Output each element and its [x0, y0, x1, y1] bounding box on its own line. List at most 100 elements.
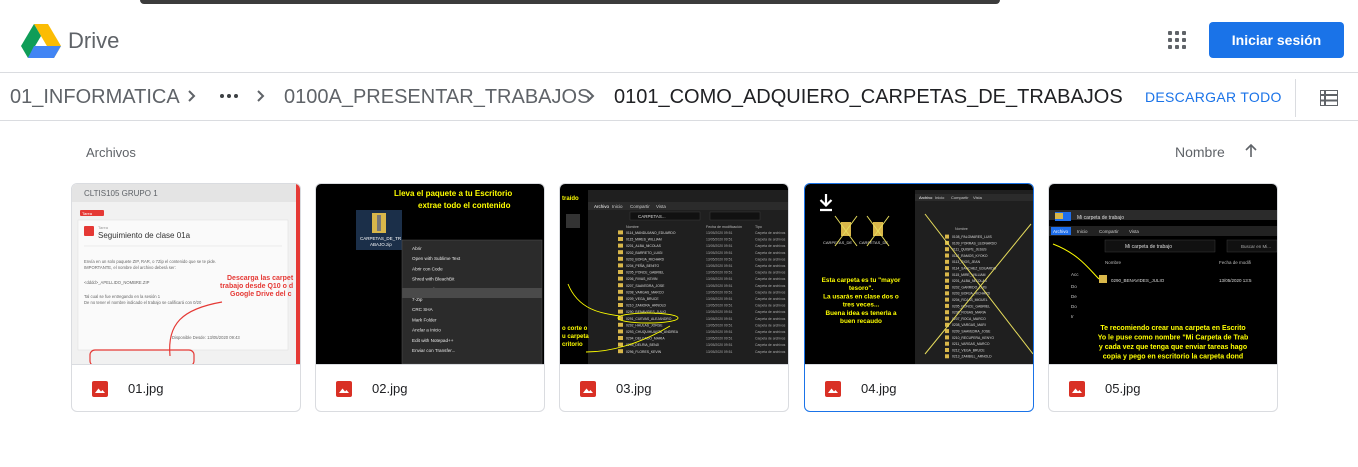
thumb-text: 13/05/2020 09:51	[706, 290, 733, 294]
file-card[interactable]: Mi carpeta de trabajo Archivo Inicio Com…	[1048, 183, 1278, 412]
file-card[interactable]: CLTIS105 GRUPO 1 Tarea Tarea Seguimiento…	[71, 183, 301, 412]
thumb-text: y cada vez que tenga que enviar tareas h…	[1099, 344, 1247, 351]
thumb-text: Carpeta de archivos	[755, 350, 786, 354]
divider	[1295, 79, 1296, 117]
file-thumbnail[interactable]: Archivo Inicio Compartir Vista CARPETAS.…	[560, 184, 788, 364]
thumb-text: Buscar en Mi...	[1241, 244, 1271, 249]
thumb-text: Vista	[973, 195, 983, 200]
thumb-text: Carpeta de archivos	[755, 251, 786, 255]
thumb-text: Mark Folder	[412, 317, 437, 322]
file-card-footer[interactable]: 04.jpg	[805, 364, 1033, 411]
file-thumbnail[interactable]: Mi carpeta de trabajo Archivo Inicio Com…	[1049, 184, 1277, 364]
thumb-text: Nombre	[955, 227, 968, 231]
thumb-text: 0111_QUISPE_JESUS	[952, 248, 987, 252]
thumb-text: CRC SHA	[412, 307, 434, 312]
breadcrumb-item-informatica[interactable]: 01_INFORMATICA	[10, 86, 180, 109]
file-card-selected[interactable]: Archivo Inicio Compartir Vista Nombre 01…	[804, 183, 1034, 412]
thumb-text: Carpeta de archivos	[755, 317, 786, 321]
thumb-text: 0207_ROCA_MARCO	[952, 317, 986, 321]
file-card[interactable]: Lleva el paquete a tu Escritorio extrae …	[315, 183, 545, 412]
image-file-icon	[92, 381, 108, 397]
list-view-icon[interactable]	[1320, 90, 1338, 106]
thumb-text: 0291_CUEVAS_ALEJANDRO	[626, 317, 672, 321]
sign-in-button[interactable]: Iniciar sesión	[1209, 22, 1344, 58]
thumb-text: ABAJO.zip	[370, 242, 392, 247]
file-name[interactable]: 01.jpg	[128, 381, 163, 396]
thumb-text: Descarga las carpet	[227, 275, 294, 282]
thumb-text: 13/05/2020 09:51	[706, 271, 733, 275]
thumb-text: De no tener el nombre indicado el trabaj…	[84, 300, 202, 305]
app-name[interactable]: Drive	[68, 28, 119, 54]
google-drive-logo[interactable]	[21, 24, 61, 58]
drive-header: Drive Iniciar sesión	[0, 8, 1358, 73]
thumb-text: 13/05/2020 09:51	[706, 264, 733, 268]
thumb-text: u carpeta	[562, 334, 589, 340]
thumb-text: Carpeta de archivos	[755, 330, 786, 334]
image-file-icon	[580, 381, 596, 397]
thumb-text: o corte o	[562, 326, 588, 332]
file-card-footer[interactable]: 02.jpg	[316, 364, 544, 411]
thumb-text: 13/05/2020 09:51	[706, 337, 733, 341]
thumb-text: 13/05/2020 13:5	[1219, 278, 1252, 283]
file-card[interactable]: Archivo Inicio Compartir Vista CARPETAS.…	[559, 183, 789, 412]
thumb-text: Te recomiendo crear una carpeta en Escri…	[1100, 325, 1245, 332]
sort-ascending-arrow-icon[interactable]	[1243, 143, 1259, 159]
file-card-footer[interactable]: 05.jpg	[1049, 364, 1277, 411]
thumb-text: 0113_RIOS_JEAN	[952, 260, 981, 264]
thumb-text: 0205_PONCE_GABRIEL	[626, 271, 664, 275]
download-all-button[interactable]: DESCARGAR TODO	[1145, 89, 1282, 105]
file-name[interactable]: 03.jpg	[616, 381, 651, 396]
file-card-footer[interactable]: 01.jpg	[72, 364, 300, 411]
download-icon[interactable]	[817, 192, 835, 214]
file-thumbnail[interactable]: Lleva el paquete a tu Escritorio extrae …	[316, 184, 544, 364]
thumb-text: 13/05/2020 09:51	[706, 343, 733, 347]
thumb-text: 0114_SANCHEZ_EDUARDO	[952, 267, 997, 271]
thumb-text: Do	[1071, 304, 1077, 309]
image-file-icon	[825, 381, 841, 397]
file-thumbnail[interactable]: Archivo Inicio Compartir Vista Nombre 01…	[805, 184, 1033, 364]
thumb-text: tres veces...	[843, 302, 880, 309]
thumb-text: 0115_MIRE_WILLIAM	[952, 273, 986, 277]
thumb-text: Fecha de modifi	[1219, 260, 1251, 265]
thumb-text: Mi carpeta de trabajo	[1125, 244, 1172, 250]
browser-top-strip	[0, 0, 1358, 8]
sort-by-name-button[interactable]: Nombre	[1175, 144, 1225, 160]
thumb-text: Esta carpeta es tu "mayor	[822, 277, 901, 284]
thumb-text: Nombre	[626, 225, 639, 229]
thumb-text: 0208_VARGAS_MARCO	[626, 290, 664, 294]
thumb-text: 13/05/2020 09:51	[706, 238, 733, 242]
thumb-text: Carpeta de archivos	[755, 257, 786, 261]
thumb-text: 0208_VARGAS_MARI	[952, 323, 986, 327]
thumb-text: La usarás en clase dos o	[823, 293, 899, 300]
thumb-text: Carpeta de archivos	[755, 264, 786, 268]
thumb-text: Carpeta de archivos	[755, 310, 786, 314]
thumb-text: extrae todo el contenido	[418, 201, 511, 210]
thumb-text: Anclar a Inicio	[412, 328, 441, 333]
thumb-text: 0109_PORRAS_LEONARDO	[952, 241, 997, 245]
thumb-text: Shred with BleachBit	[412, 277, 455, 282]
thumb-text: Buena idea es tenerla a	[825, 310, 896, 317]
google-apps-icon[interactable]	[1166, 29, 1188, 51]
thumb-text: Carpeta de archivos	[755, 231, 786, 235]
thumb-text: 0210_ZAMORA_ARNOLD	[626, 304, 667, 308]
thumb-text: 13/05/2020 09:51	[706, 310, 733, 314]
file-name[interactable]: 02.jpg	[372, 381, 407, 396]
file-name[interactable]: 05.jpg	[1105, 381, 1140, 396]
more-folders-icon[interactable]	[220, 94, 238, 98]
thumb-text: CARPETAS_DE	[859, 240, 888, 245]
thumb-text: Archivo	[1053, 229, 1069, 234]
thumb-text: Google Drive del c	[230, 291, 292, 298]
breadcrumb-item-presentar-trabajos[interactable]: 0100A_PRESENTAR_TRABAJOS	[284, 86, 590, 109]
thumb-text: Carpeta de archivos	[755, 343, 786, 347]
thumb-text: 13/05/2020 09:51	[706, 244, 733, 248]
breadcrumb-item-current-folder[interactable]: 0101_COMO_ADQUIERO_CARPETAS_DE_TRABAJOS	[614, 86, 1123, 109]
thumb-text: Carpeta de archivos	[755, 304, 786, 308]
thumb-text: Seguimiento de clase 01a	[98, 231, 191, 240]
thumb-text: Carpeta de archivos	[755, 271, 786, 275]
file-name[interactable]: 04.jpg	[861, 381, 896, 396]
file-thumbnail[interactable]: CLTIS105 GRUPO 1 Tarea Tarea Seguimiento…	[72, 184, 300, 364]
file-card-footer[interactable]: 03.jpg	[560, 364, 788, 411]
thumb-text: Carpeta de archivos	[755, 284, 786, 288]
thumb-text: Mi carpeta de trabajo	[1077, 215, 1124, 221]
thumb-text: Tarea	[82, 211, 93, 216]
